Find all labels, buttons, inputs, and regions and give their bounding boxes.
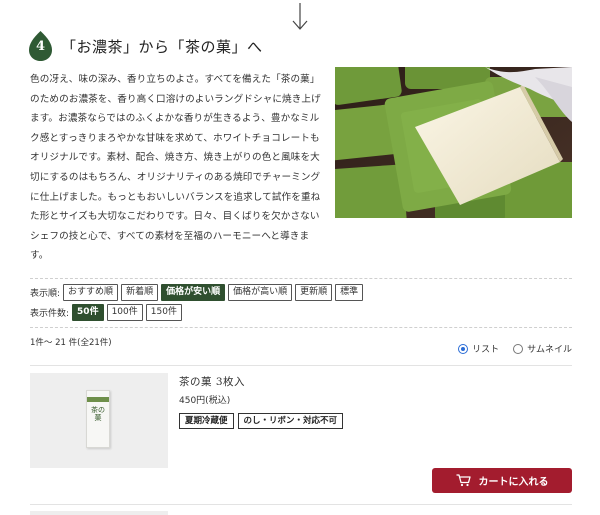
product-tags: 夏期冷蔵便 のし・リボン・対応不可 xyxy=(179,413,347,429)
matcha-langue-de-chat-photo xyxy=(335,67,572,218)
package-illustration: 茶の菓 xyxy=(86,390,110,448)
tag-summer-chilled: 夏期冷蔵便 xyxy=(179,413,234,429)
view-thumbnail-label: サムネイル xyxy=(527,345,572,355)
step-description: 色の冴え、味の深み、香り立ちのよさ。すべてを備えた「茶の菓」のためのお濃茶を、香… xyxy=(30,74,321,262)
cart-label: カートに入れる xyxy=(478,477,549,488)
per-page-150[interactable]: 150件 xyxy=(145,304,182,321)
radio-list[interactable] xyxy=(458,343,469,354)
view-list-label: リスト xyxy=(472,345,500,355)
step-heading: 4 「お濃茶」から「茶の菓」へ xyxy=(28,30,263,62)
sort-option-newest[interactable]: 新着順 xyxy=(121,284,159,301)
sort-option-updated[interactable]: 更新順 xyxy=(295,284,333,301)
sort-option-standard[interactable]: 標準 xyxy=(335,284,364,301)
sort-option-recommended[interactable]: おすすめ順 xyxy=(63,284,119,301)
product-name[interactable]: 茶の菓 3枚入 xyxy=(179,374,245,389)
list-divider xyxy=(30,504,572,505)
list-divider xyxy=(30,365,572,366)
radio-thumbnail[interactable] xyxy=(513,343,524,354)
package-label: 茶の菓 xyxy=(91,406,105,422)
divider xyxy=(30,278,572,279)
result-count: 1件～ 21 件(全21件) xyxy=(30,338,112,348)
view-option-list[interactable]: リスト xyxy=(458,342,499,355)
product-image[interactable]: 茶の菓 xyxy=(30,373,168,468)
view-option-thumbnail[interactable]: サムネイル xyxy=(513,342,572,355)
leaf-badge-icon: 4 xyxy=(28,30,53,62)
down-arrow-icon xyxy=(292,3,308,30)
tag-no-wrapping: のし・リボン・対応不可 xyxy=(237,413,344,429)
per-page-100[interactable]: 100件 xyxy=(106,304,143,321)
sort-option-price-high[interactable]: 価格が高い順 xyxy=(228,284,293,301)
step-number: 4 xyxy=(35,39,46,54)
step-title: 「お濃茶」から「茶の菓」へ xyxy=(61,37,263,56)
per-page-50[interactable]: 50件 xyxy=(72,304,104,321)
divider xyxy=(30,327,572,328)
next-product-image[interactable] xyxy=(30,511,168,515)
per-page-label: 表示件数: xyxy=(30,309,70,319)
per-page-row: 表示件数: 50件 100件 150件 xyxy=(30,304,185,321)
view-toggle: リスト サムネイル xyxy=(444,342,572,355)
sort-label: 表示順: xyxy=(30,289,61,299)
sort-option-price-low[interactable]: 価格が安い順 xyxy=(161,284,226,301)
product-price: 450円(税込) xyxy=(179,396,231,406)
cart-icon xyxy=(455,474,471,487)
add-to-cart-button[interactable]: カートに入れる xyxy=(432,468,572,493)
sort-row: 表示順: おすすめ順 新着順 価格が安い順 価格が高い順 更新順 標準 xyxy=(30,284,366,301)
